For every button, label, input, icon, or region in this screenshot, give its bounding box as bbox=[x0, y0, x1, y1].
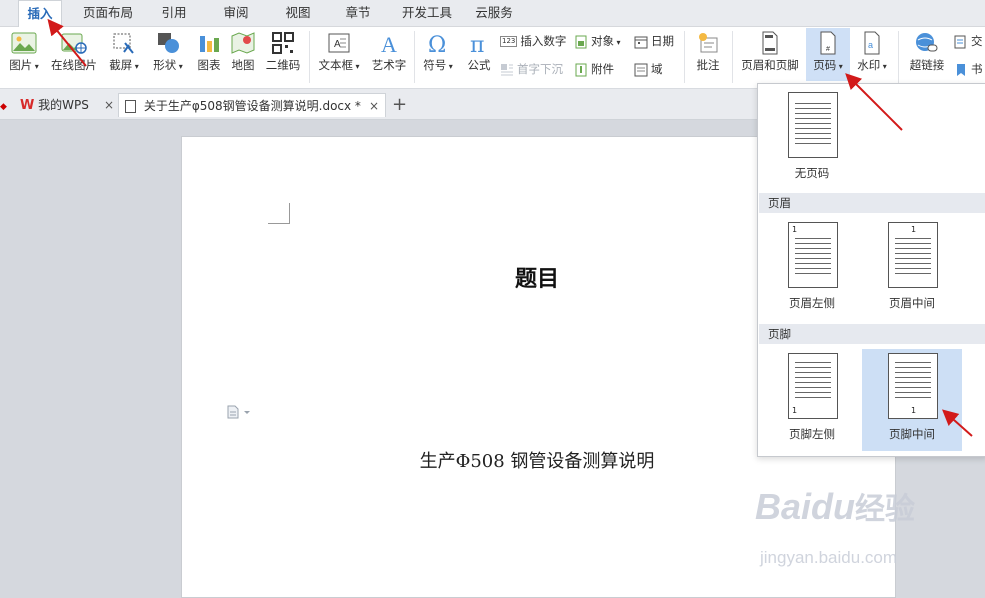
arrow-to-footer-center-option bbox=[942, 409, 973, 437]
annotation-arrows bbox=[47, 18, 973, 437]
arrow-to-page-number-button bbox=[845, 73, 903, 131]
arrow-to-insert-tab bbox=[47, 18, 87, 67]
